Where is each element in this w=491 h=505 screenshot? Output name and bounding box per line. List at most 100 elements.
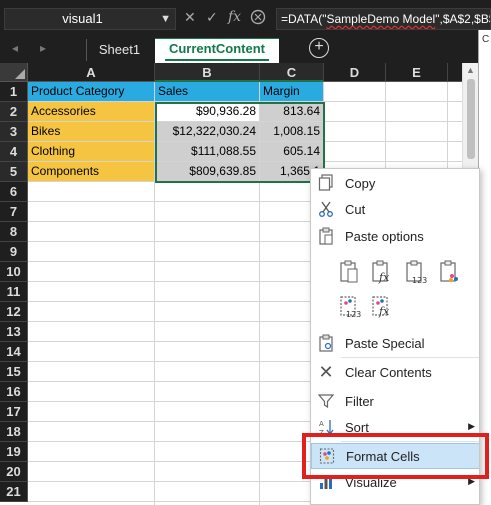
row-header-20[interactable]: 20 [0,462,28,482]
menu-format-cells[interactable]: Format Cells [311,443,479,469]
cell-a2[interactable]: Accessories [28,102,155,122]
function-icon[interactable]: fx [228,9,241,25]
cell-a1[interactable]: Product Category [28,82,155,102]
row-header-14[interactable]: 14 [0,342,28,362]
cell-c1[interactable]: Margin [260,82,324,102]
menu-copy[interactable]: Copy [311,171,479,197]
menu-sort[interactable]: AZ Sort ▶ [311,415,479,441]
tab-scroll-left-icon[interactable]: ◂ [12,41,18,55]
select-all-icon [15,69,25,79]
scrollbar-thumb[interactable] [467,79,475,159]
confirm-icon[interactable]: ✓ [206,9,218,26]
menu-cut[interactable]: Cut [311,197,479,223]
row-header-1[interactable]: 1 [0,82,28,102]
row-header-21[interactable]: 21 [0,482,28,502]
scroll-up-icon[interactable]: ▲ [466,65,475,75]
menu-paste-options-label: Paste options [345,229,424,244]
cell-b3[interactable]: $12,322,030.24 [155,122,260,142]
svg-text:A: A [319,420,324,428]
column-header-a[interactable]: A [28,63,155,82]
submenu-arrow-icon: ▶ [468,476,475,486]
row-header-13[interactable]: 13 [0,322,28,342]
cell-a5[interactable]: Components [28,162,155,182]
copy-icon [317,174,335,192]
scissors-icon [317,200,335,218]
row-header-12[interactable]: 12 [0,302,28,322]
formula-text-model: SampleDemo Model [326,12,436,26]
menu-paste-special[interactable]: Paste Special [311,331,479,357]
clear-icon: ✕ [318,362,334,382]
tab-scroll-right-icon[interactable]: ▸ [40,41,46,55]
paste-formatting-icon[interactable] [437,259,463,285]
svg-text:123: 123 [412,276,427,285]
formula-input[interactable]: =DATA("SampleDemo Model",$A$2,$B$ [276,8,491,30]
name-box[interactable]: visual1 ▼ [4,8,176,30]
row-header-19[interactable]: 19 [0,442,28,462]
sort-icon: AZ [317,418,335,437]
paste-values-formatting-icon[interactable]: 123 [337,293,363,319]
tab-current-content[interactable]: CurrentContent [155,38,279,63]
formula-text-prefix: =DATA(" [281,12,327,26]
row-header-2[interactable]: 2 [0,102,28,122]
row-header-10[interactable]: 10 [0,262,28,282]
row-header-11[interactable]: 11 [0,282,28,302]
cell-b4[interactable]: $111,088.55 [155,142,260,162]
formula-bar: visual1 ▼ ✕ ✓ fx =DATA("SampleDemo Model… [0,0,491,37]
column-header-e[interactable]: E [386,63,448,82]
row-header-3[interactable]: 3 [0,122,28,142]
cell-b2[interactable]: $90,936.28 [155,102,260,122]
chevron-down-icon[interactable]: ▼ [160,9,171,29]
select-all-button[interactable] [0,63,28,82]
row-header-15[interactable]: 15 [0,362,28,382]
sheet-tab-bar: ◂ ▸ Sheet1 CurrentContent + [0,37,462,63]
context-menu: Copy Cut Paste options fx 123 123 fx Pas… [310,168,480,505]
menu-separator [341,441,479,442]
menu-clear-contents-label: Clear Contents [345,365,432,380]
row-header-5[interactable]: 5 [0,162,28,182]
paste-formulas-icon[interactable]: fx [369,259,395,285]
column-header-b[interactable]: B [155,63,260,82]
menu-filter[interactable]: Filter [311,389,479,415]
row-header-16[interactable]: 16 [0,382,28,402]
column-header-d[interactable]: D [324,63,386,82]
paste-formulas-formatting-icon[interactable]: fx [369,293,395,319]
row-header-4[interactable]: 4 [0,142,28,162]
cell-b1[interactable]: Sales [155,82,260,102]
filter-icon [317,392,335,410]
menu-visualize[interactable]: Visualize ▶ [311,470,479,496]
cell-a4[interactable]: Clothing [28,142,155,162]
menu-sort-label: Sort [345,420,369,435]
menu-paste-options: Paste options [311,224,479,250]
menu-separator [341,357,479,358]
paste-icon[interactable] [337,259,363,285]
tab-sheet1[interactable]: Sheet1 [86,39,152,61]
cell-c3[interactable]: 1,008.15 [260,122,324,142]
cell-b5[interactable]: $809,639.85 [155,162,260,182]
svg-text:123: 123 [346,310,361,319]
menu-cut-label: Cut [345,202,366,217]
cell-c2[interactable]: 813.64 [260,102,324,122]
menu-format-cells-label: Format Cells [346,449,420,464]
column-header-f[interactable] [448,63,462,82]
format-cells-icon [318,447,336,465]
add-sheet-button[interactable]: + [309,38,329,58]
row-header-8[interactable]: 8 [0,222,28,242]
row-header-7[interactable]: 7 [0,202,28,222]
copilot-icon[interactable] [250,9,266,28]
row-header-17[interactable]: 17 [0,402,28,422]
row-header-6[interactable]: 6 [0,182,28,202]
menu-clear-contents[interactable]: ✕ Clear Contents [311,360,479,386]
paste-values-icon[interactable]: 123 [403,259,429,285]
menu-copy-label: Copy [345,176,376,191]
menu-visualize-label: Visualize [345,475,397,490]
svg-text:fx: fx [378,271,390,284]
cell-c4[interactable]: 605.14 [260,142,324,162]
cell-a3[interactable]: Bikes [28,122,155,142]
clipboard-icon [317,227,335,245]
cancel-icon[interactable]: ✕ [184,9,196,26]
row-header-9[interactable]: 9 [0,242,28,262]
formula-text-suffix: ",$A$2,$B$ [435,12,491,26]
row-header-18[interactable]: 18 [0,422,28,442]
submenu-arrow-icon: ▶ [468,421,475,431]
column-header-c[interactable]: C [260,63,324,82]
